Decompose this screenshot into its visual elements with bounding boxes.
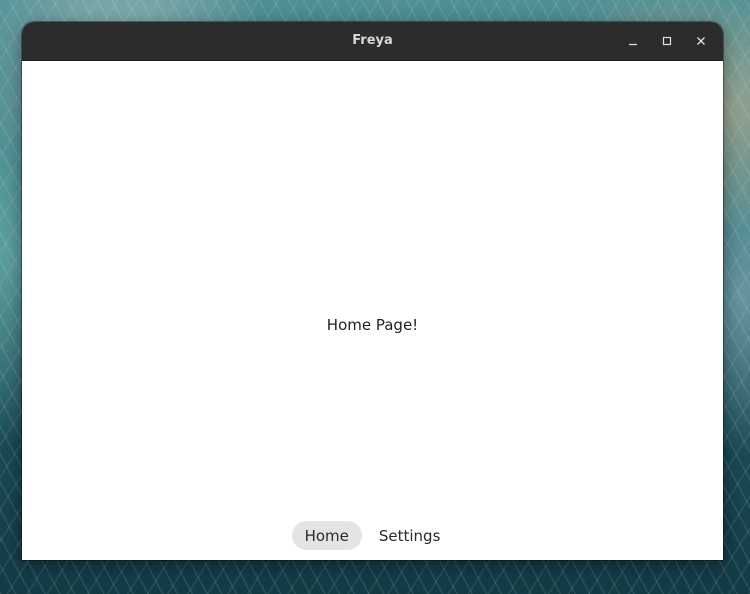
window-title: Freya bbox=[352, 33, 393, 48]
tab-home[interactable]: Home bbox=[291, 521, 362, 550]
tab-settings[interactable]: Settings bbox=[366, 521, 454, 550]
app-window: Freya Home Page! Home Settings bbox=[22, 22, 723, 560]
main-content: Home Page! Home Settings bbox=[22, 61, 723, 560]
window-controls bbox=[619, 22, 715, 60]
minimize-button[interactable] bbox=[619, 27, 647, 55]
title-bar[interactable]: Freya bbox=[22, 22, 723, 61]
minimize-icon bbox=[629, 43, 637, 46]
maximize-button[interactable] bbox=[653, 27, 681, 55]
maximize-icon bbox=[662, 36, 672, 46]
close-icon bbox=[697, 37, 705, 45]
close-button[interactable] bbox=[687, 27, 715, 55]
home-page-message: Home Page! bbox=[326, 316, 419, 334]
bottom-tab-bar: Home Settings bbox=[22, 521, 723, 550]
desktop-wallpaper: Freya Home Page! Home Settings bbox=[0, 0, 750, 594]
